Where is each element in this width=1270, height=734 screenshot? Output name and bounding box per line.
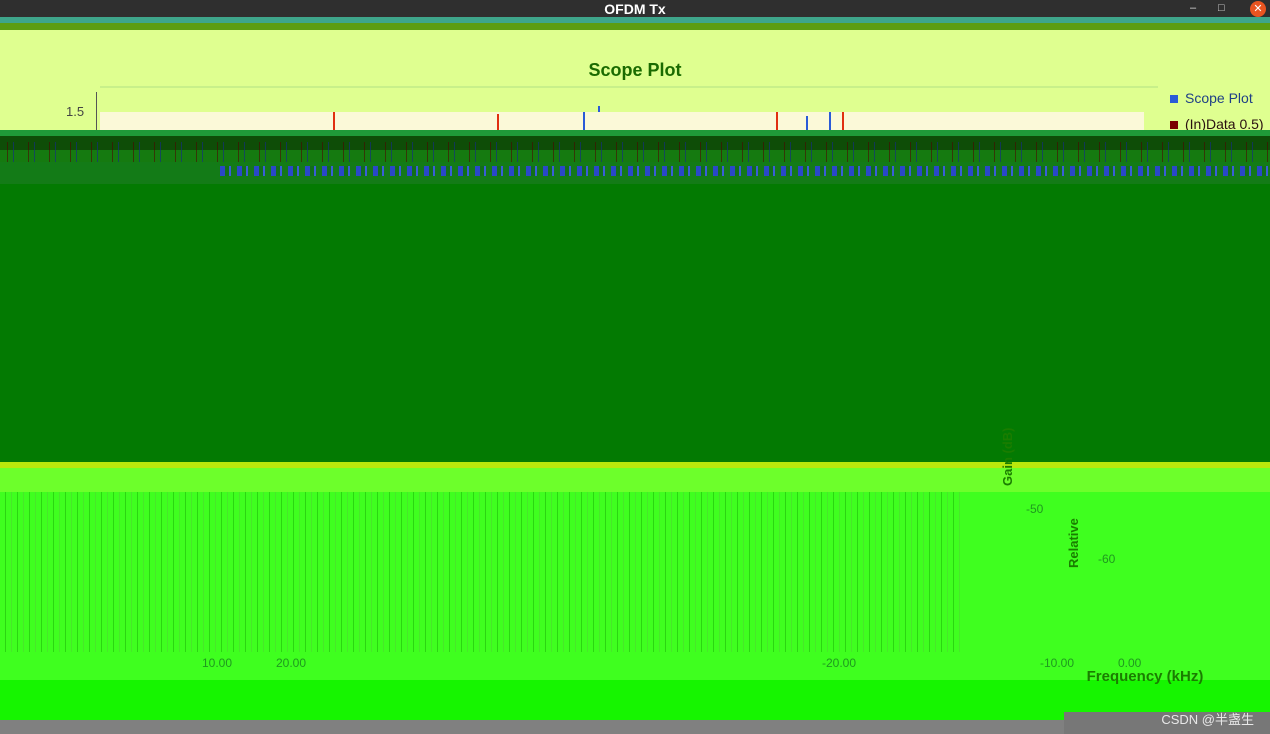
freq-x-tick: -20.00 [822, 656, 857, 670]
signal-spike [806, 116, 808, 130]
signal-spike [598, 106, 600, 112]
plot-background [0, 184, 1270, 462]
legend-swatch-blue-icon [1170, 95, 1178, 104]
minimize-icon[interactable]: – [1190, 2, 1196, 14]
signal-trace-band [0, 142, 1270, 162]
signal-spike [497, 114, 499, 130]
tab-strip [0, 23, 1270, 30]
maximize-icon[interactable]: □ [1218, 2, 1225, 14]
legend-swatch-red-icon [1170, 121, 1178, 130]
freq-x-tick: 20.00 [276, 656, 307, 670]
freq-y-tick: -60 [1098, 552, 1116, 566]
freq-y-label-secondary: Relative [1066, 518, 1081, 568]
legend-item-scope[interactable]: Scope Plot [1170, 90, 1264, 116]
freq-x-tick: 10.00 [202, 656, 233, 670]
scope-plot: Scope Plot 1.5 Scope Plot (In)Data 0.5) [0, 30, 1270, 132]
freq-y-tick: -50 [1026, 502, 1044, 516]
signal-spike [829, 112, 831, 130]
scope-frame-top [100, 86, 1158, 88]
watermark: CSDN @半盏生 [1161, 712, 1254, 727]
legend-label: Scope Plot [1185, 90, 1253, 106]
title-bar: OFDM Tx – □ ✕ [0, 0, 1270, 17]
scope-y-axis [96, 92, 97, 132]
freq-y-label: Gain (dB) [1000, 427, 1015, 487]
freq-x-label: Frequency (kHz) [1086, 668, 1204, 685]
signal-spike [333, 112, 335, 130]
window-title: OFDM Tx [604, 1, 666, 17]
close-icon[interactable]: ✕ [1250, 1, 1266, 17]
signal-spike [842, 112, 844, 130]
scope-plot-area [100, 112, 1144, 130]
noise-band [0, 468, 1270, 492]
signal-spike [583, 112, 585, 130]
time-domain-noise [0, 492, 960, 652]
signal-spike [776, 112, 778, 130]
signal-trace-band [220, 166, 1270, 176]
scope-title: Scope Plot [588, 60, 682, 80]
scope-y-tick: 1.5 [66, 104, 85, 119]
